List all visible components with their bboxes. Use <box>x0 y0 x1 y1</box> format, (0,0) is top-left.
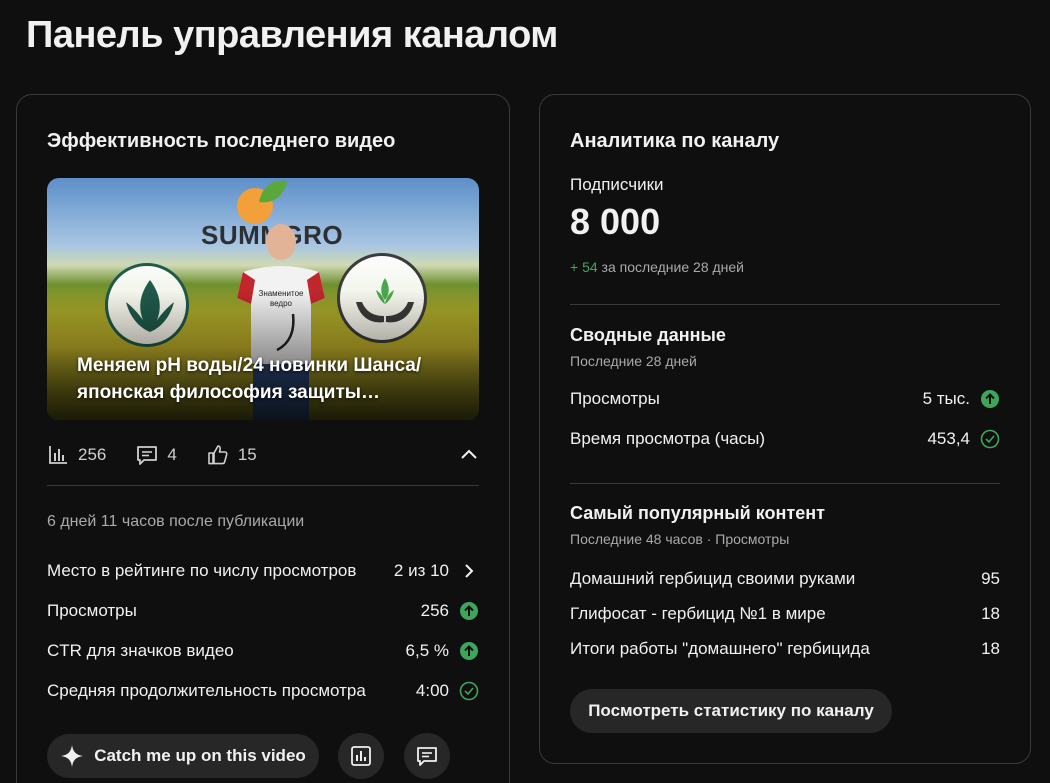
view-channel-stats-button[interactable]: Посмотреть статистику по каналу <box>570 689 892 733</box>
arrow-up-green-icon <box>460 642 478 660</box>
view-channel-stats-label: Посмотреть статистику по каналу <box>588 701 874 720</box>
metric-value: 4:00 <box>415 681 449 700</box>
latest-video-card-title: Эффективность последнего видео <box>47 130 396 152</box>
subscribers-change-value: + 54 <box>570 259 598 275</box>
chevron-up-icon[interactable] <box>459 445 479 465</box>
divider <box>570 483 1000 484</box>
top-content-row[interactable]: Глифосат - гербицид №1 в мире 18 <box>570 602 1000 626</box>
latest-video-card: Эффективность последнего видео SUMMGRO <box>16 94 510 783</box>
metric-label: Просмотры <box>47 601 137 620</box>
summary-row-label: Просмотры <box>570 389 660 408</box>
arrow-up-green-icon <box>981 390 999 408</box>
metric-rank-row[interactable]: Место в рейтинге по числу просмотров 2 и… <box>47 558 479 584</box>
top-content-period: Последние 48 часов · Просмотры <box>570 531 790 547</box>
video-title[interactable]: Меняем pH воды/24 новинки Шанса/ японска… <box>77 352 457 406</box>
metric-value: 6,5 % <box>405 641 449 660</box>
page-title: Панель управления каналом <box>26 14 558 56</box>
metric-views-row: Просмотры 256 <box>47 598 479 624</box>
published-time: 6 дней 11 часов после публикации <box>47 513 305 530</box>
channel-analytics-title: Аналитика по каналу <box>570 130 780 152</box>
metric-label: CTR для значков видео <box>47 641 234 660</box>
summary-row-value: 5 тыс. <box>922 389 970 408</box>
metric-value: 2 из 10 <box>393 561 449 580</box>
metric-label: Место в рейтинге по числу просмотров <box>47 561 357 580</box>
video-thumbnail[interactable]: SUMMGRO Знаменитое ведро Меняем pH воды/… <box>47 178 479 420</box>
bar-chart-icon <box>49 446 67 464</box>
check-circle-icon <box>459 681 479 701</box>
video-stats-row: 256 4 15 <box>47 440 479 470</box>
top-content-value: 95 <box>981 569 1000 588</box>
top-content-value: 18 <box>981 604 1000 623</box>
top-content-value: 18 <box>981 639 1000 658</box>
subscribers-count: 8 000 <box>570 201 661 242</box>
top-content-title: Самый популярный контент <box>570 503 825 523</box>
video-comments-button[interactable] <box>404 733 450 779</box>
top-content-label: Домашний гербицид своими руками <box>570 569 856 588</box>
subscribers-label: Подписчики <box>570 175 664 194</box>
views-count: 256 <box>78 445 107 464</box>
metric-value: 256 <box>420 601 449 620</box>
thumbs-up-icon <box>208 445 228 465</box>
summary-views-row: Просмотры 5 тыс. <box>570 387 1000 411</box>
summary-row-value: 453,4 <box>927 429 970 448</box>
analytics-icon <box>351 746 371 766</box>
top-content-label: Итоги работы "домашнего" гербицида <box>570 639 870 658</box>
metric-duration-row: Средняя продолжительность просмотра 4:00 <box>47 678 479 704</box>
likes-stat: 15 <box>207 444 257 466</box>
divider <box>47 485 479 486</box>
top-content-label: Глифосат - гербицид №1 в мире <box>570 604 826 623</box>
catch-me-up-button[interactable]: Catch me up on this video <box>47 734 319 778</box>
views-stat: 256 <box>47 444 106 466</box>
catch-me-up-label: Catch me up on this video <box>94 746 306 765</box>
summary-title: Сводные данные <box>570 325 726 345</box>
sparkle-icon <box>61 745 84 767</box>
video-analytics-button[interactable] <box>338 733 384 779</box>
chevron-right-icon[interactable] <box>460 562 478 580</box>
divider <box>570 304 1000 305</box>
comments-count: 4 <box>167 445 177 464</box>
channel-analytics-card: Аналитика по каналу Подписчики 8 000 + 5… <box>539 94 1031 764</box>
check-circle-icon <box>980 429 1000 449</box>
metric-label: Средняя продолжительность просмотра <box>47 681 366 700</box>
subscribers-change-period: за последние 28 дней <box>601 259 745 275</box>
top-content-row[interactable]: Домашний гербицид своими руками 95 <box>570 567 1000 591</box>
likes-count: 15 <box>237 445 257 464</box>
comment-icon <box>137 446 158 465</box>
summary-row-label: Время просмотра (часы) <box>570 429 766 448</box>
summary-period: Последние 28 дней <box>570 353 697 369</box>
comments-stat: 4 <box>136 444 177 466</box>
top-content-row[interactable]: Итоги работы "домашнего" гербицида 18 <box>570 637 1000 661</box>
comment-icon <box>417 747 437 766</box>
arrow-up-green-icon <box>460 602 478 620</box>
summary-watchtime-row: Время просмотра (часы) 453,4 <box>570 427 1000 451</box>
metric-ctr-row: CTR для значков видео 6,5 % <box>47 638 479 664</box>
subscribers-change: + 54 за последние 28 дней <box>570 259 744 275</box>
